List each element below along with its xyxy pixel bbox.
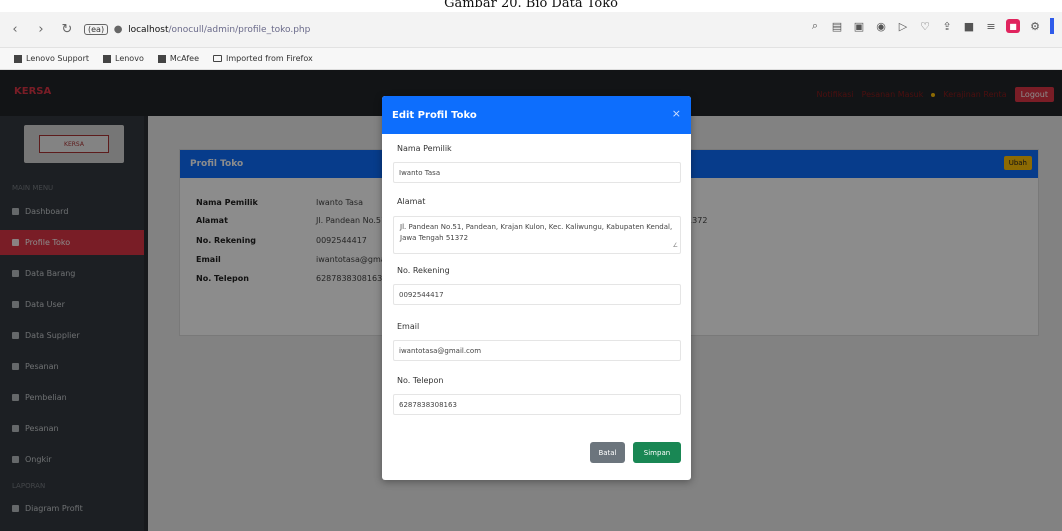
reader-icon[interactable]: ▤ — [830, 19, 844, 33]
modal-footer: Batal Simpan — [382, 422, 691, 480]
url-badge: (ea) — [84, 24, 109, 35]
app-root: KERSA Notifikasi Pesanan Masuk Kerajinan… — [0, 70, 1062, 531]
bookmark-lenovo[interactable]: Lenovo — [103, 54, 144, 63]
pocket-icon[interactable]: ◉ — [874, 19, 888, 33]
modal-title: Edit Profil Toko — [382, 96, 691, 134]
menu-icon[interactable]: ≡ — [984, 19, 998, 33]
bookmark-icon — [14, 54, 22, 63]
alamat-label: Alamat — [397, 197, 426, 206]
nama-pemilik-input[interactable]: Iwanto Tasa — [393, 162, 681, 183]
no-telepon-input[interactable]: 6287838308163 — [393, 394, 681, 415]
nama-pemilik-label: Nama Pemilik — [397, 144, 452, 153]
cancel-button[interactable]: Batal — [590, 442, 625, 463]
play-icon[interactable]: ▷ — [896, 19, 910, 33]
no-rekening-label: No. Rekening — [397, 266, 450, 275]
edit-profile-modal: Edit Profil Toko × Nama Pemilik Iwanto T… — [382, 96, 691, 480]
alamat-textarea[interactable]: Jl. Pandean No.51, Pandean, Krajan Kulon… — [393, 216, 681, 254]
bookmark-icon — [103, 54, 111, 63]
heart-icon[interactable]: ♡ — [918, 19, 932, 33]
bookmark-icon — [157, 54, 166, 63]
extension-icon[interactable]: ⇪ — [940, 19, 954, 33]
forward-icon[interactable]: › — [30, 19, 52, 41]
document-caption: Gambar 20. Bio Data Toko — [444, 0, 618, 11]
bookmark-mcafee[interactable]: McAfee — [157, 54, 199, 63]
bookmark-imported[interactable]: Imported from Firefox — [213, 54, 313, 63]
folder-icon — [213, 55, 222, 62]
save-button[interactable]: Simpan — [633, 442, 681, 463]
email-input[interactable]: iwantotasa@gmail.com — [393, 340, 681, 361]
bookmarks-bar: Lenovo Support Lenovo McAfee Imported fr… — [0, 48, 1062, 70]
settings-icon[interactable]: ⚙ — [1028, 19, 1042, 33]
no-rekening-input[interactable]: 0092544417 — [393, 284, 681, 305]
bookmark-lenovo-support[interactable]: Lenovo Support — [14, 54, 89, 63]
tabs-icon[interactable]: ■ — [962, 19, 976, 33]
email-label: Email — [397, 322, 420, 331]
sidebar-toggle-icon[interactable] — [1050, 18, 1054, 34]
profile-icon[interactable]: ■ — [1006, 19, 1020, 33]
resize-handle-icon[interactable]: ∠ — [673, 240, 678, 251]
browser-extensions: ⌕ ▤ ▣ ◉ ▷ ♡ ⇪ ■ ≡ ■ ⚙ — [808, 18, 1054, 34]
back-icon[interactable]: ‹ — [4, 19, 26, 41]
reload-icon[interactable]: ↻ — [56, 19, 78, 41]
shield-icon: ● — [113, 24, 123, 35]
browser-toolbar: ‹ › ↻ (ea) ● localhost/onocull/admin/pro… — [0, 12, 1062, 48]
no-telepon-label: No. Telepon — [397, 376, 444, 385]
alamat-text: Jl. Pandean No.51, Pandean, Krajan Kulon… — [400, 223, 673, 242]
url-text: localhost/onocull/admin/profile_toko.php — [128, 24, 311, 35]
address-bar[interactable]: (ea) ● localhost/onocull/admin/profile_t… — [84, 18, 684, 42]
screenshot-icon[interactable]: ▣ — [852, 19, 866, 33]
close-icon[interactable]: × — [672, 107, 681, 120]
search-icon[interactable]: ⌕ — [808, 19, 822, 33]
